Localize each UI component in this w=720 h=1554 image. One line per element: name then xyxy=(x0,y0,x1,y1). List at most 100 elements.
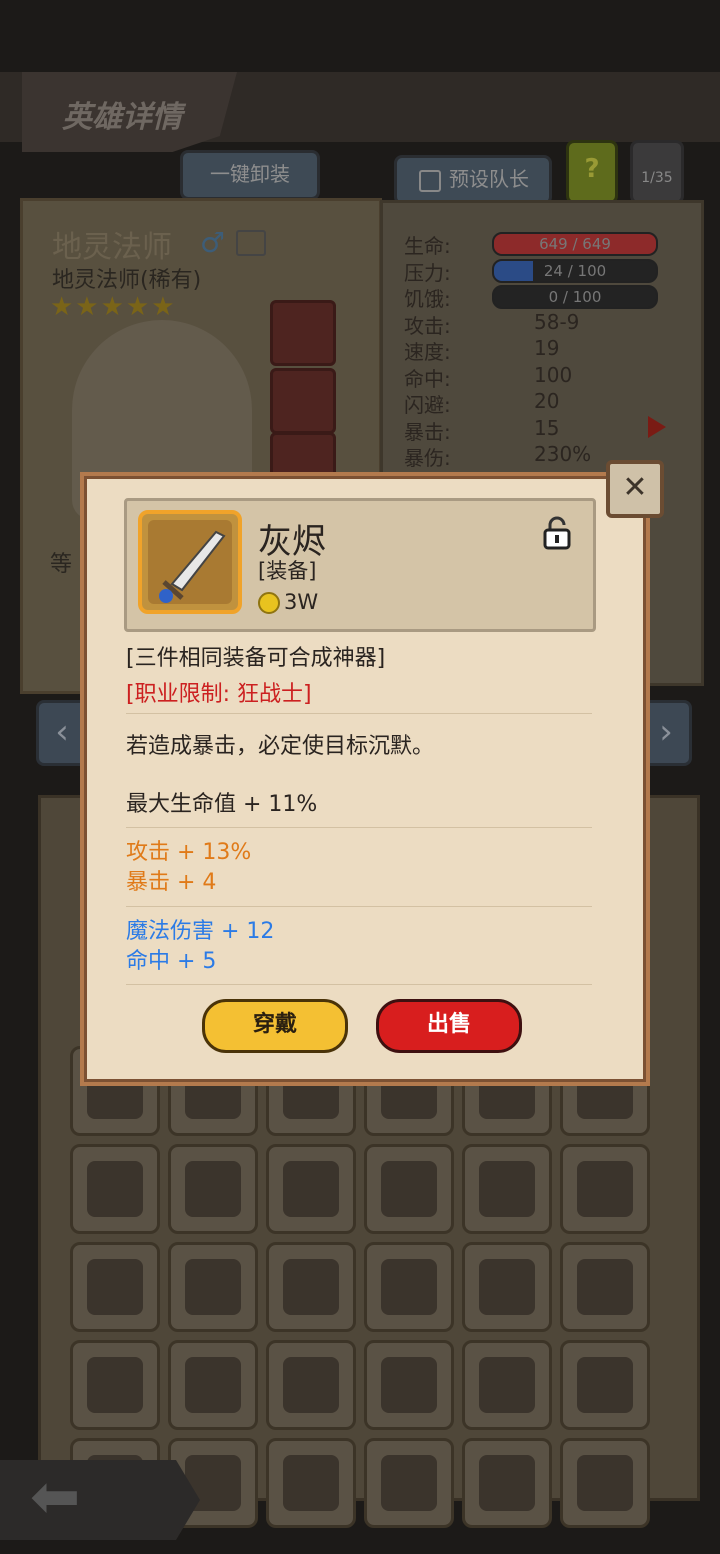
stat-label: 命中: xyxy=(404,366,451,391)
stat-value: 100 xyxy=(534,362,573,387)
stat-label: 暴击: xyxy=(404,419,451,444)
inventory-slot[interactable] xyxy=(70,1242,160,1332)
coin-icon xyxy=(258,592,280,614)
item-base-stat: 最大生命值 + 11% xyxy=(126,792,318,817)
item-thumbnail-icon xyxy=(577,1357,633,1413)
inventory-slot[interactable] xyxy=(462,1340,552,1430)
item-thumbnail-icon xyxy=(479,1259,535,1315)
item-type: [装备] xyxy=(258,559,317,583)
stat-label: 暴伤: xyxy=(404,446,451,470)
inventory-slot[interactable] xyxy=(560,1144,650,1234)
item-thumbnail-icon xyxy=(185,1161,241,1217)
inventory-slot[interactable] xyxy=(266,1242,356,1332)
item-thumbnail-icon xyxy=(283,1161,339,1217)
stat-bar: 0 / 100 xyxy=(492,285,658,309)
item-thumbnail-icon xyxy=(185,1259,241,1315)
inventory-slot[interactable] xyxy=(364,1340,454,1430)
inventory-slot[interactable] xyxy=(364,1438,454,1528)
equip-slot-hat[interactable] xyxy=(270,368,336,434)
item-thumbnail-icon xyxy=(381,1259,437,1315)
item-thumbnail-icon xyxy=(283,1357,339,1413)
item-thumbnail-icon xyxy=(87,1259,143,1315)
inventory-slot[interactable] xyxy=(168,1242,258,1332)
edit-name-icon[interactable] xyxy=(236,230,266,256)
item-thumbnail-icon xyxy=(479,1455,535,1511)
equip-slot-weapon[interactable] xyxy=(270,300,336,366)
hero-name: 地灵法师 xyxy=(52,230,172,265)
inventory-slot[interactable] xyxy=(70,1144,160,1234)
stat-label: 攻击: xyxy=(404,313,451,338)
item-orange-stat-1: 攻击 + 13% xyxy=(126,840,252,865)
stat-label: 闪避: xyxy=(404,393,451,417)
inventory-slot[interactable] xyxy=(168,1340,258,1430)
inventory-slot[interactable] xyxy=(266,1144,356,1234)
item-price: 3W xyxy=(284,590,319,614)
inventory-slot[interactable] xyxy=(462,1144,552,1234)
preset-leader-label: 预设队长 xyxy=(449,167,529,191)
divider xyxy=(126,713,592,714)
hero-class-rarity: 地灵法师(稀有) xyxy=(52,268,202,293)
sell-button[interactable]: 出售 xyxy=(376,999,522,1053)
stat-label: 饥饿: xyxy=(404,287,451,311)
stat-value: 58-9 xyxy=(534,309,580,334)
item-thumbnail-icon xyxy=(479,1357,535,1413)
item-thumbnail-icon xyxy=(283,1455,339,1511)
inventory-slot[interactable] xyxy=(168,1144,258,1234)
back-arrow-icon[interactable]: ⬅ xyxy=(30,1462,80,1532)
stat-label: 压力: xyxy=(404,260,451,285)
item-effect: 若造成暴击，必定使目标沉默。 xyxy=(126,734,435,759)
inventory-slot[interactable] xyxy=(462,1242,552,1332)
item-orange-stat-2: 暴击 + 4 xyxy=(126,870,217,895)
item-thumbnail-icon xyxy=(87,1357,143,1413)
item-thumbnail-icon xyxy=(479,1161,535,1217)
sword-icon xyxy=(159,530,226,603)
item-thumbnail-icon xyxy=(87,1161,143,1217)
stat-value: 20 xyxy=(534,389,560,413)
inventory-slot[interactable] xyxy=(266,1340,356,1430)
inventory-slot[interactable] xyxy=(364,1242,454,1332)
inventory-slot[interactable] xyxy=(266,1438,356,1528)
inventory-slot[interactable] xyxy=(560,1242,650,1332)
stat-value: 15 xyxy=(534,415,560,440)
unlocked-icon[interactable] xyxy=(542,516,572,550)
inventory-slot[interactable] xyxy=(462,1438,552,1528)
item-blue-stat-2: 命中 + 5 xyxy=(126,949,217,974)
item-thumbnail-icon xyxy=(185,1357,241,1413)
stat-label: 速度: xyxy=(404,340,451,364)
set-synthesis-note: [三件相同装备可合成神器] xyxy=(126,646,386,671)
class-restriction: [职业限制: 狂战士] xyxy=(126,682,312,707)
hero-stars: ★★★★★ xyxy=(50,292,177,322)
item-blue-stat-1: 魔法伤害 + 12 xyxy=(126,919,275,944)
divider xyxy=(126,827,592,828)
level-label: 等 xyxy=(50,552,73,577)
item-thumbnail-icon xyxy=(381,1161,437,1217)
stats-more-arrow-icon[interactable] xyxy=(648,416,666,438)
crossed-swords-icon: ✕ xyxy=(622,470,648,505)
inventory-slot[interactable] xyxy=(560,1438,650,1528)
stat-value: 19 xyxy=(534,336,560,360)
gender-icon: ♂ xyxy=(200,226,226,259)
divider xyxy=(126,984,592,985)
preset-leader-checkbox[interactable] xyxy=(419,169,441,192)
stat-bar: 24 / 100 xyxy=(492,258,658,283)
divider xyxy=(126,906,592,907)
inventory-slot[interactable] xyxy=(364,1144,454,1234)
item-thumbnail-icon xyxy=(283,1259,339,1315)
help-button[interactable]: ? xyxy=(566,140,618,204)
page-counter: 1/35 xyxy=(630,140,684,204)
equip-button[interactable]: 穿戴 xyxy=(202,999,348,1053)
item-thumbnail-icon xyxy=(381,1357,437,1413)
preset-leader-toggle[interactable]: 预设队长 xyxy=(394,155,552,205)
close-dialog-button[interactable]: ✕ xyxy=(606,460,664,518)
stat-label: 生命: xyxy=(404,234,451,258)
item-icon xyxy=(138,510,242,614)
stat-bar: 649 / 649 xyxy=(492,232,658,256)
page-title: 英雄详情 xyxy=(62,100,182,135)
stat-value: 230% xyxy=(534,442,592,466)
inventory-slot[interactable] xyxy=(70,1340,160,1430)
unequip-all-button[interactable]: 一键卸装 xyxy=(180,150,320,200)
inventory-slot[interactable] xyxy=(560,1340,650,1430)
item-thumbnail-icon xyxy=(577,1455,633,1511)
item-thumbnail-icon xyxy=(577,1161,633,1217)
item-thumbnail-icon xyxy=(381,1455,437,1511)
